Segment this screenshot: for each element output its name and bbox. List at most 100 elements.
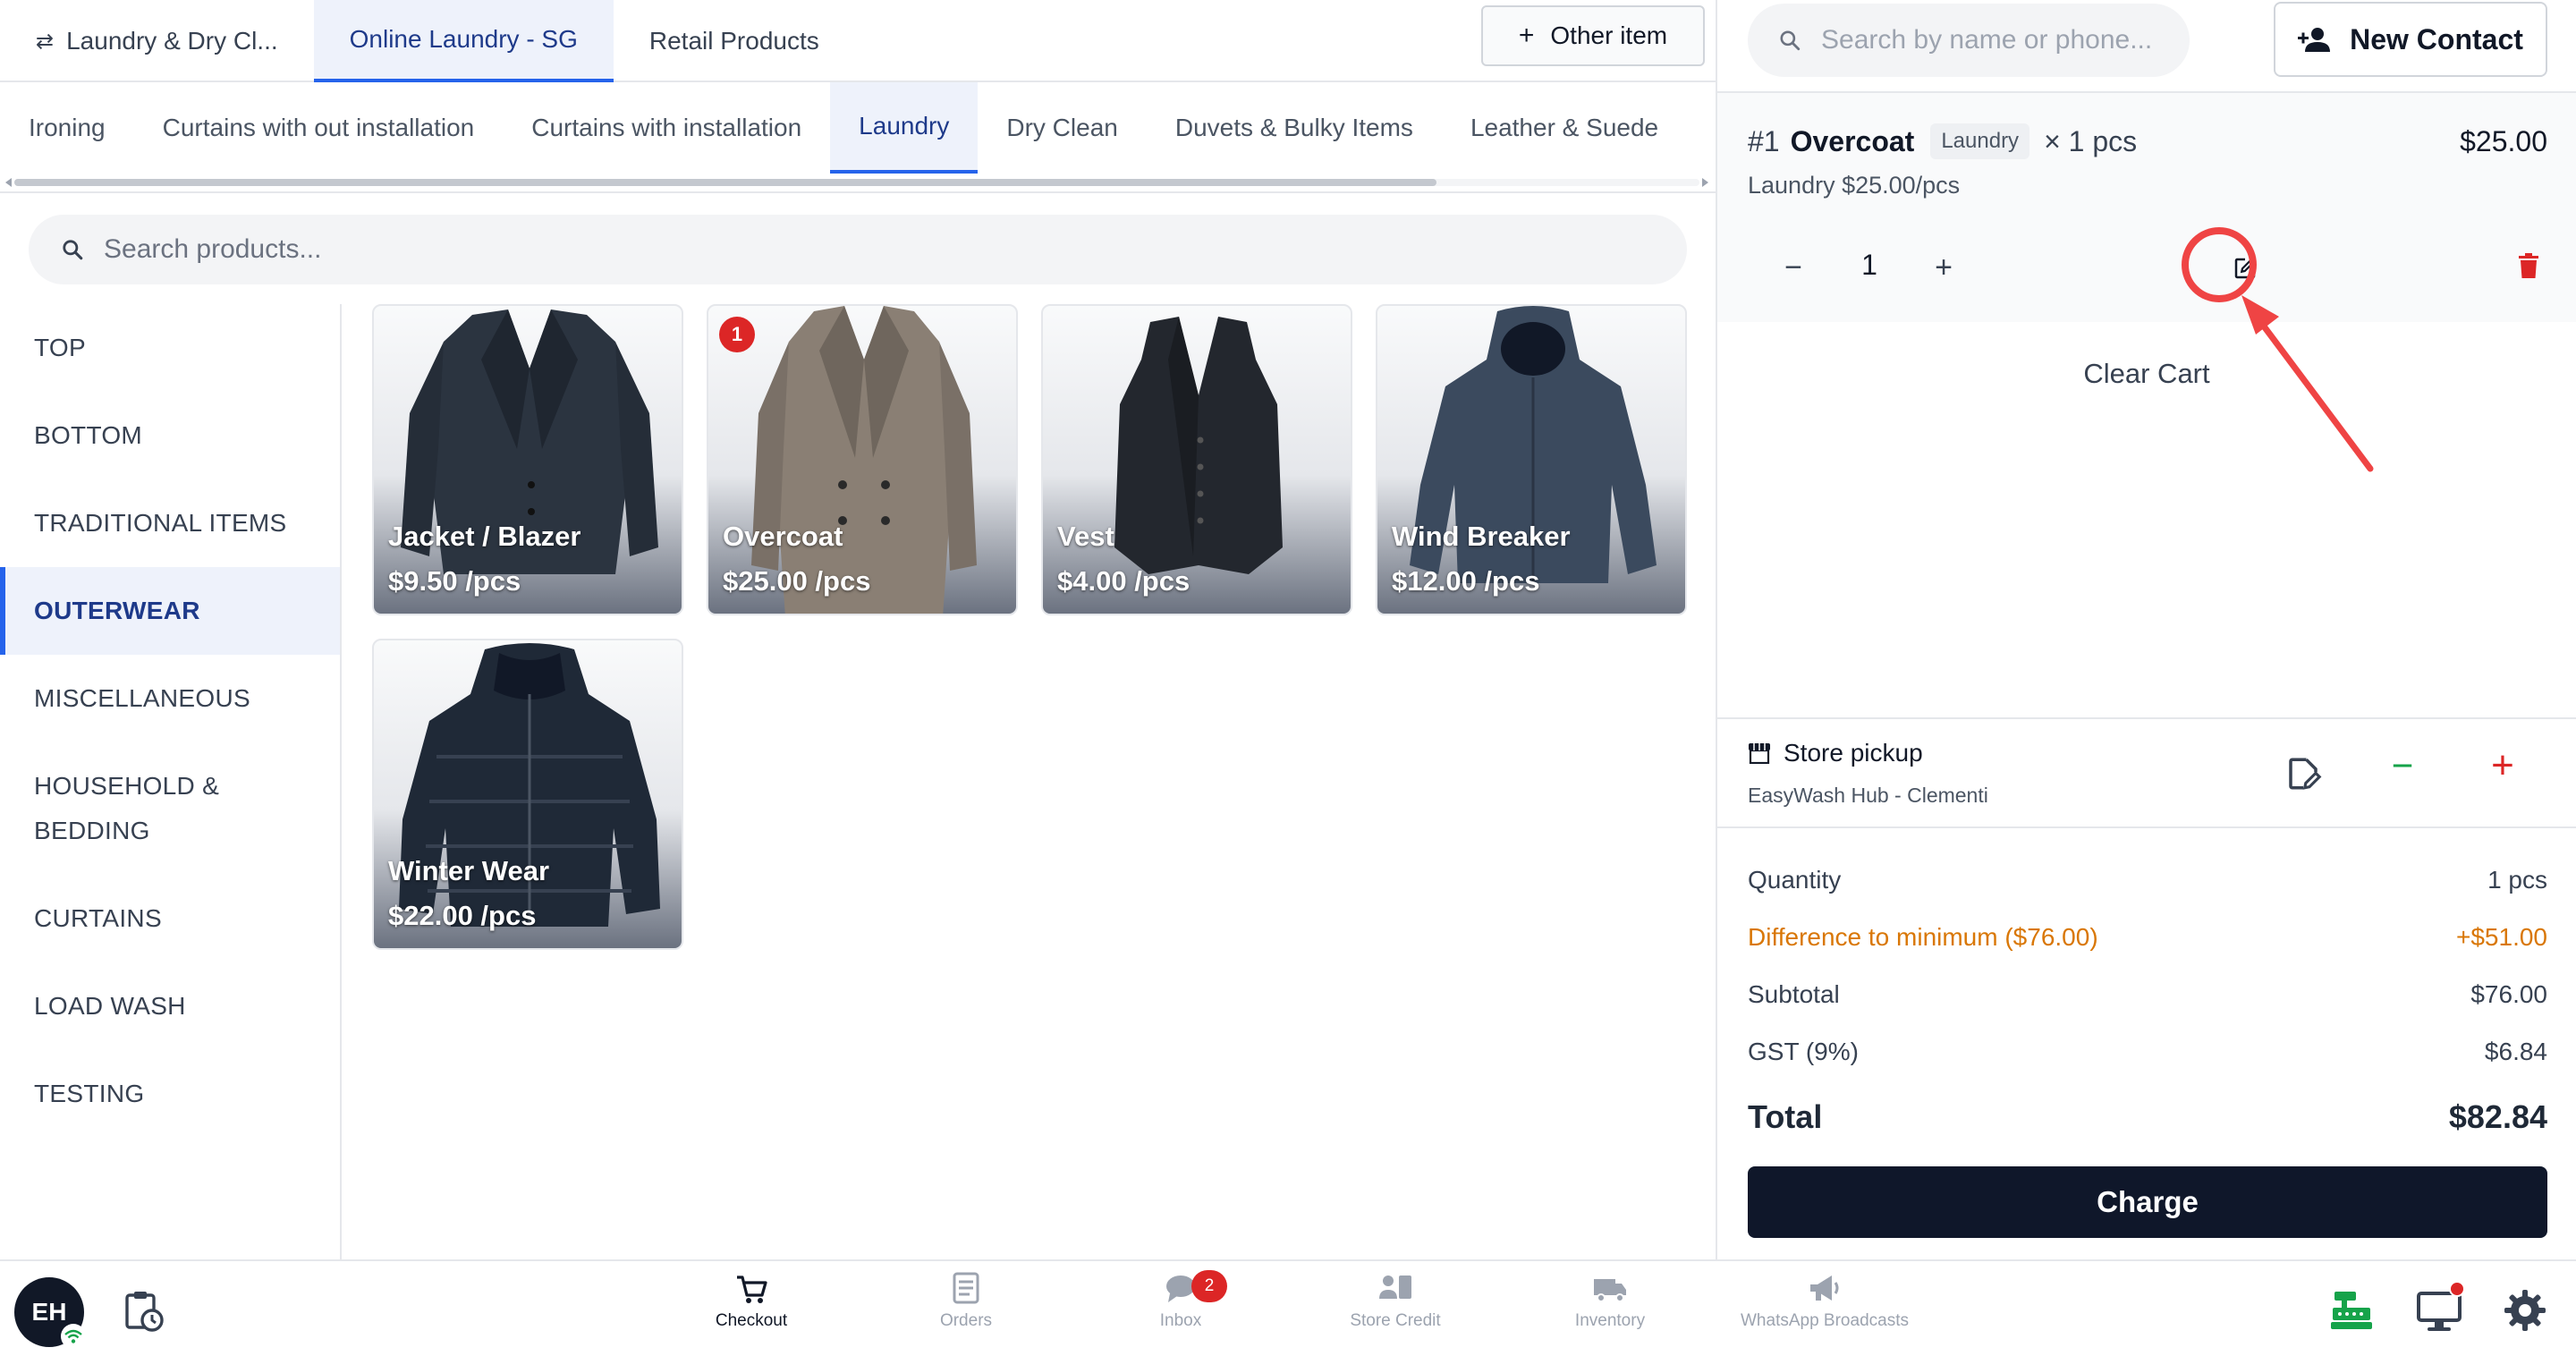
- quantity-value: 1: [1861, 249, 1877, 281]
- product-card-winter-wear[interactable]: Winter Wear $22.00 /pcs: [372, 639, 683, 950]
- tab-leather-suede[interactable]: Leather & Suede: [1442, 82, 1687, 174]
- nav-orders[interactable]: Orders: [859, 1270, 1073, 1331]
- summary-gst-row: GST (9%) $6.84: [1748, 1038, 2547, 1066]
- store-icon: [1749, 743, 1770, 764]
- tab-ironing[interactable]: Ironing: [0, 82, 134, 174]
- cart-count-badge: 1: [719, 317, 755, 352]
- notification-dot: [2449, 1281, 2465, 1297]
- category-household-bedding[interactable]: HOUSEHOLD & BEDDING: [0, 742, 340, 875]
- summary-minimum-difference-row: Difference to minimum ($76.00) +$51.00: [1748, 923, 2547, 952]
- other-item-button[interactable]: + Other item: [1481, 5, 1705, 66]
- new-contact-button[interactable]: New Contact: [2274, 2, 2547, 77]
- bottom-navigation: EH Checkout Orders Inbox 2 Store Credit …: [0, 1259, 2576, 1356]
- store-credit-icon: [1379, 1275, 1411, 1299]
- cash-register-icon[interactable]: [2327, 1286, 2376, 1335]
- edit-note-icon: [2234, 258, 2256, 279]
- nav-inbox[interactable]: Inbox 2: [1073, 1270, 1288, 1331]
- tabs-horizontal-scrollbar[interactable]: [5, 177, 1708, 188]
- tab-duvets-bulky[interactable]: Duvets & Bulky Items: [1147, 82, 1442, 174]
- category-bottom[interactable]: BOTTOM: [0, 392, 340, 479]
- product-price: $22.00 /pcs: [388, 900, 537, 931]
- nav-label: WhatsApp Broadcasts: [1741, 1311, 1909, 1330]
- summary-value: +$51.00: [2456, 923, 2547, 951]
- charge-button[interactable]: Charge: [1748, 1166, 2547, 1238]
- other-item-label: Other item: [1550, 21, 1668, 49]
- tab-curtains-with-installation[interactable]: Curtains with installation: [503, 82, 830, 174]
- increase-pickup-button[interactable]: +: [2483, 743, 2522, 787]
- divider: [0, 191, 1717, 193]
- summary-label: Quantity: [1748, 866, 1842, 894]
- pickup-title-label: Store pickup: [1784, 739, 1923, 767]
- product-card-overcoat[interactable]: 1 Overcoat $25.00 /pcs: [707, 304, 1018, 615]
- scroll-right-arrow-icon[interactable]: [1702, 178, 1708, 187]
- clipboard-clock-icon[interactable]: [123, 1290, 165, 1333]
- clear-cart-button[interactable]: Clear Cart: [1717, 358, 2576, 390]
- scroll-left-arrow-icon[interactable]: [5, 178, 12, 187]
- pickup-location: EasyWash Hub - Clementi: [1748, 784, 1988, 807]
- category-load-wash[interactable]: LOAD WASH: [0, 962, 340, 1050]
- truck-icon: [1594, 1279, 1626, 1302]
- contact-search-bar[interactable]: [1748, 4, 2190, 77]
- nav-label: Store Credit: [1350, 1311, 1441, 1330]
- summary-total-row: Total $82.84: [1748, 1098, 2547, 1136]
- product-search-input[interactable]: [104, 234, 1535, 265]
- product-search-bar[interactable]: [29, 215, 1687, 284]
- megaphone-icon: [1810, 1275, 1839, 1301]
- category-top[interactable]: TOP: [0, 304, 340, 392]
- product-card-jacket-blazer[interactable]: Jacket / Blazer $9.50 /pcs: [372, 304, 683, 615]
- nav-inventory[interactable]: Inventory: [1503, 1270, 1717, 1331]
- product-name: Wind Breaker: [1392, 521, 1571, 552]
- nav-label: Inventory: [1574, 1311, 1646, 1330]
- store-tab-label: Online Laundry - SG: [349, 25, 578, 53]
- inbox-unread-badge: 2: [1191, 1270, 1227, 1302]
- category-testing[interactable]: TESTING: [0, 1050, 340, 1138]
- contact-search-input[interactable]: [1821, 25, 2179, 55]
- category-traditional-items[interactable]: TRADITIONAL ITEMS: [0, 479, 340, 567]
- product-price: $12.00 /pcs: [1392, 565, 1540, 597]
- summary-value: $76.00: [2470, 980, 2547, 1008]
- decrease-quantity-button[interactable]: −: [1773, 247, 1814, 288]
- increase-quantity-button[interactable]: +: [1923, 247, 1964, 288]
- total-value: $82.84: [2448, 1098, 2547, 1135]
- tab-dry-clean[interactable]: Dry Clean: [978, 82, 1146, 174]
- cart-item-unit-price: Laundry $25.00/pcs: [1748, 172, 1961, 199]
- scrollbar-thumb[interactable]: [14, 179, 1436, 186]
- cart-item-title: #1 Overcoat Laundry × 1 pcs: [1748, 123, 2137, 159]
- edit-pickup-icon[interactable]: [2284, 755, 2322, 792]
- edit-item-button[interactable]: [2218, 242, 2272, 295]
- cart-item-name: Overcoat: [1790, 124, 1915, 157]
- store-tab-label: Laundry & Dry Cl...: [66, 27, 278, 55]
- gear-icon[interactable]: [2501, 1286, 2549, 1335]
- service-tag: Laundry: [1930, 123, 2030, 159]
- category-outerwear[interactable]: OUTERWEAR: [0, 567, 340, 655]
- nav-label: Inbox: [1159, 1311, 1202, 1330]
- decrease-pickup-button[interactable]: −: [2383, 744, 2422, 786]
- summary-label: GST (9%): [1748, 1038, 1859, 1065]
- nav-store-credit[interactable]: Store Credit: [1288, 1270, 1503, 1331]
- cart-icon: [737, 1275, 767, 1303]
- orders-icon: [953, 1272, 979, 1304]
- tab-curtains-without-installation[interactable]: Curtains with out installation: [134, 82, 504, 174]
- nav-whatsapp-broadcasts[interactable]: WhatsApp Broadcasts: [1717, 1270, 1932, 1331]
- plus-icon: +: [1518, 21, 1535, 50]
- product-name: Vest: [1057, 521, 1114, 552]
- category-curtains[interactable]: CURTAINS: [0, 875, 340, 962]
- nav-checkout[interactable]: Checkout: [644, 1270, 859, 1331]
- delete-item-button[interactable]: [2508, 245, 2549, 286]
- product-card-vest[interactable]: Vest $4.00 /pcs: [1041, 304, 1352, 615]
- total-label: Total: [1748, 1098, 1823, 1135]
- summary-subtotal-row: Subtotal $76.00: [1748, 980, 2547, 1009]
- cart-item-qty-text: × 1 pcs: [2044, 124, 2138, 157]
- tab-laundry[interactable]: Laundry: [830, 82, 979, 174]
- category-miscellaneous[interactable]: MISCELLANEOUS: [0, 655, 340, 742]
- summary-label: Difference to minimum ($76.00): [1748, 923, 2098, 951]
- product-card-wind-breaker[interactable]: Wind Breaker $12.00 /pcs: [1376, 304, 1687, 615]
- cart-panel: New Contact #1 Overcoat Laundry × 1 pcs …: [1717, 0, 2576, 1259]
- store-tab-retail-products[interactable]: Retail Products: [614, 0, 855, 82]
- product-price: $25.00 /pcs: [723, 565, 871, 597]
- fulfillment-section: Store pickup EasyWash Hub - Clementi − +: [1717, 719, 2576, 826]
- store-tab-online-laundry[interactable]: Online Laundry - SG: [313, 0, 614, 82]
- swap-arrows-icon: ⇄: [36, 29, 55, 54]
- trash-icon: [2519, 253, 2538, 278]
- store-tab-laundry-dry-clean[interactable]: ⇄ Laundry & Dry Cl...: [0, 0, 314, 82]
